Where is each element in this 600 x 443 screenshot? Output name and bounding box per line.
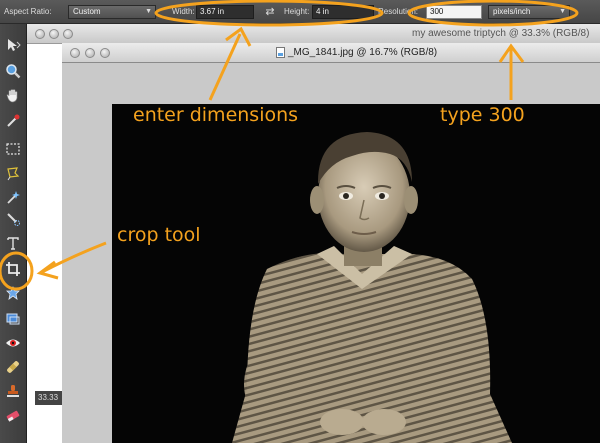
annotation-crop-tool: crop tool (117, 224, 201, 246)
chevron-down-icon: ▼ (145, 8, 152, 15)
zoom-window-button[interactable] (100, 48, 110, 58)
height-field[interactable]: 4 in (312, 5, 374, 19)
annotation-enter-dimensions: enter dimensions (133, 104, 299, 126)
window-title: my awesome triptych @ 33.3% (RGB/8) (412, 28, 590, 39)
zoom-tool[interactable] (3, 62, 23, 80)
recompose-icon (6, 313, 20, 325)
crop-icon (6, 262, 20, 276)
window-titlebar[interactable]: _MG_1841.jpg @ 16.7% (RGB/8) (62, 43, 600, 63)
document-icon (276, 47, 285, 58)
crop-tool[interactable] (3, 260, 23, 278)
height-value: 4 in (316, 7, 329, 16)
photo-canvas[interactable] (112, 104, 600, 443)
lasso-icon (7, 167, 20, 181)
cookie-cutter-tool[interactable] (3, 284, 23, 302)
minimize-window-button[interactable] (49, 29, 59, 39)
red-eye-tool[interactable] (3, 334, 23, 352)
brush-selection-icon (7, 213, 20, 226)
marquee-icon (6, 143, 20, 155)
resolution-unit-value: pixels/inch (493, 7, 531, 16)
spot-healing-tool[interactable] (3, 358, 23, 376)
toolbox (0, 24, 27, 443)
resolution-unit-dropdown[interactable]: pixels/inch ▼ (488, 5, 570, 19)
hand-tool[interactable] (3, 86, 23, 104)
quick-selection-tool[interactable] (3, 210, 23, 228)
cookie-cutter-icon (6, 286, 20, 300)
resolution-value: 300 (430, 7, 444, 16)
aspect-ratio-label: Aspect Ratio: (4, 7, 52, 16)
move-arrow-icon (8, 39, 21, 51)
move-tool[interactable] (3, 36, 23, 54)
width-value: 3.67 in (200, 7, 225, 16)
annotation-type-300: type 300 (440, 104, 525, 126)
eyedropper-tool[interactable] (3, 112, 23, 130)
aspect-ratio-dropdown[interactable]: Custom ▼ (68, 5, 156, 19)
minimize-window-button[interactable] (85, 48, 95, 58)
magic-wand-tool[interactable] (3, 188, 23, 206)
stamp-icon (7, 385, 19, 397)
window-title: _MG_1841.jpg @ 16.7% (RGB/8) (288, 47, 438, 58)
zoom-level-field[interactable]: 33.33 (35, 391, 65, 405)
close-window-button[interactable] (70, 48, 80, 58)
red-eye-icon (6, 339, 20, 347)
type-tool[interactable] (3, 234, 23, 252)
resolution-field[interactable]: 300 (426, 5, 482, 19)
boy-portrait-photo (232, 132, 512, 443)
lasso-tool[interactable] (3, 164, 23, 182)
window-titlebar[interactable]: my awesome triptych @ 33.3% (RGB/8) (27, 24, 600, 44)
clone-stamp-tool[interactable] (3, 382, 23, 400)
tool-options-bar: Aspect Ratio: Custom ▼ Width: 3.67 in ⇄ … (0, 0, 600, 24)
eraser-tool[interactable] (3, 406, 23, 424)
magnifier-icon (6, 64, 21, 79)
marquee-tool[interactable] (3, 140, 23, 158)
width-label: Width: (172, 7, 195, 16)
eraser-icon (6, 410, 20, 422)
resolution-label: Resolution: (378, 7, 419, 16)
width-field[interactable]: 3.67 in (196, 5, 254, 19)
aspect-ratio-value: Custom (73, 7, 101, 16)
eyedropper-icon (7, 114, 20, 127)
recompose-tool[interactable] (3, 310, 23, 328)
height-label: Height: (284, 7, 310, 16)
type-t-icon (7, 237, 19, 250)
hand-icon (6, 89, 18, 103)
close-window-button[interactable] (35, 29, 45, 39)
magic-wand-icon (7, 191, 20, 204)
chevron-down-icon: ▼ (559, 8, 566, 15)
swap-dimensions-icon[interactable]: ⇄ (263, 4, 277, 20)
bandage-icon (7, 361, 19, 373)
zoom-window-button[interactable] (63, 29, 73, 39)
